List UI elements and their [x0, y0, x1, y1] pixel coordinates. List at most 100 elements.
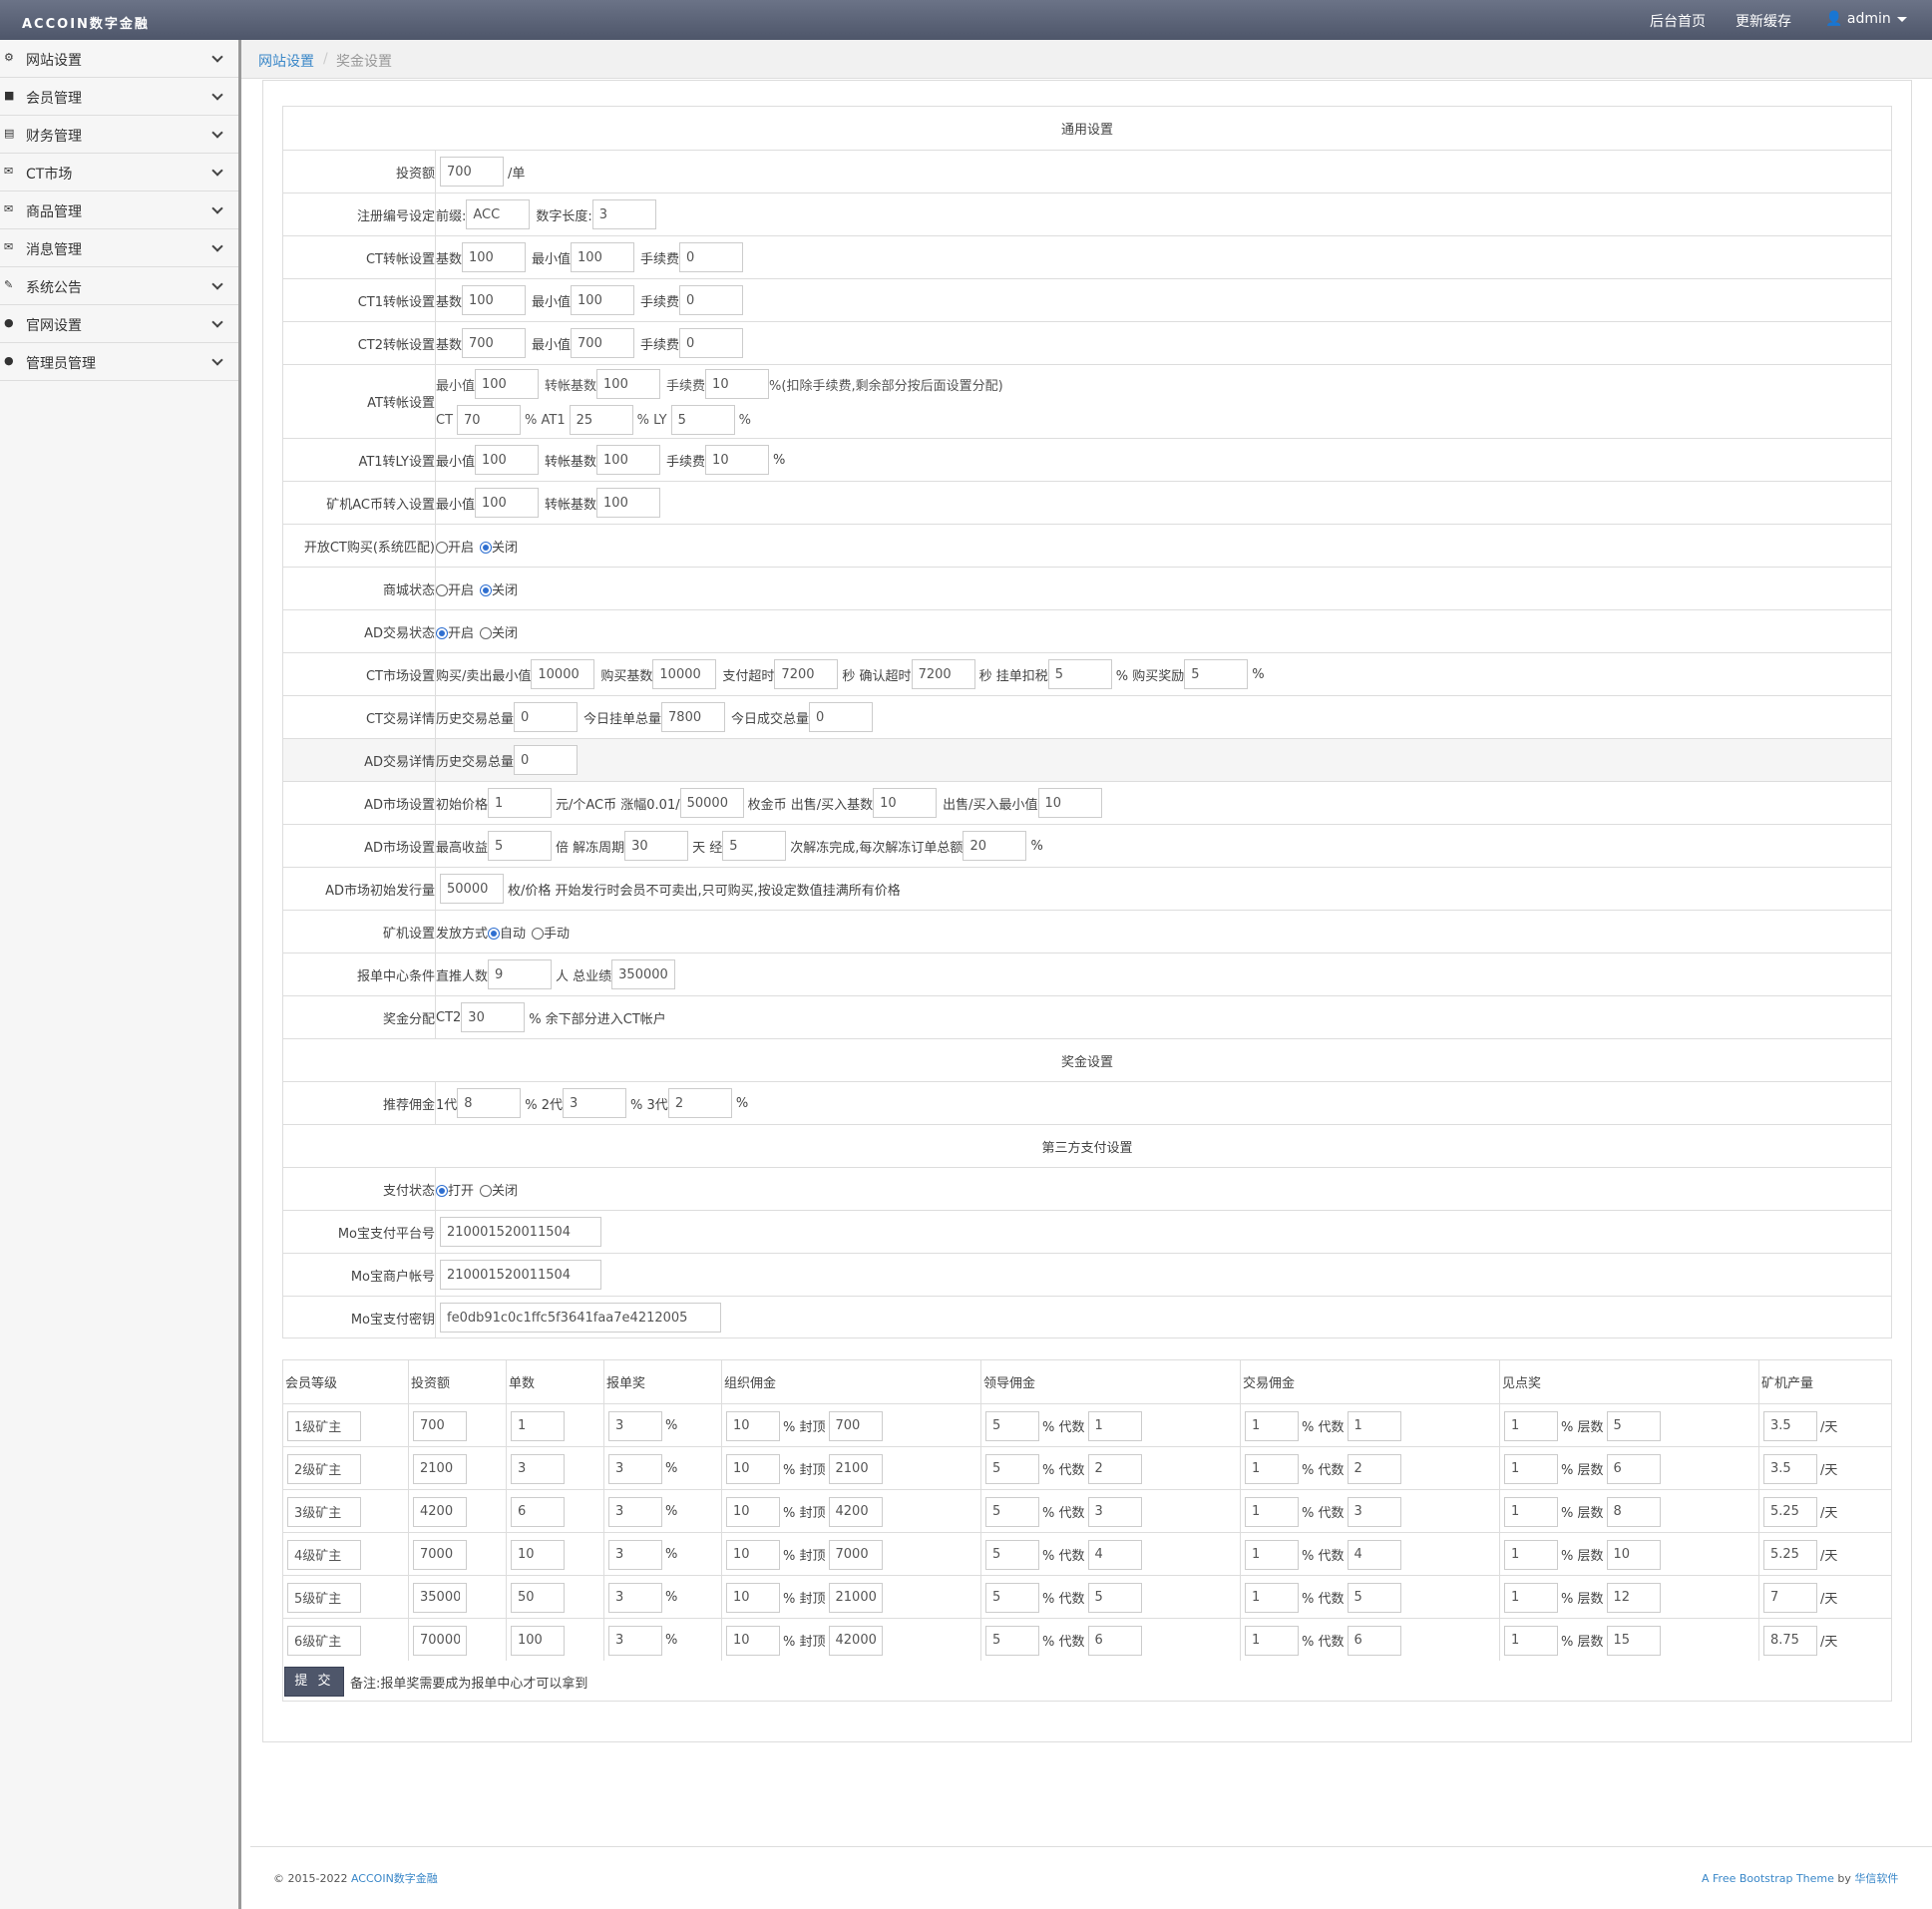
level-name-input[interactable]	[287, 1453, 361, 1484]
level-trade-commission-input[interactable]	[1245, 1496, 1299, 1527]
level-name-input[interactable]	[287, 1582, 361, 1613]
level-trade-commission-input[interactable]	[1245, 1453, 1299, 1484]
payment-on-radio[interactable]	[436, 1185, 448, 1197]
level-point-layer-input[interactable]	[1606, 1410, 1661, 1441]
confirm-timeout-input[interactable]	[911, 659, 975, 689]
level-point-layer-input[interactable]	[1606, 1539, 1661, 1570]
unfreeze-times-input[interactable]	[722, 831, 787, 861]
level-trade-commission-input[interactable]	[1245, 1539, 1299, 1570]
level-point-layer-input[interactable]	[1606, 1496, 1661, 1527]
ad-trade-off-radio[interactable]	[480, 627, 493, 639]
ct1-base-input[interactable]	[462, 285, 527, 315]
level-name-input[interactable]	[287, 1410, 361, 1441]
mo-key-input[interactable]	[440, 1303, 721, 1333]
backend-home-link[interactable]: 后台首页	[1650, 11, 1706, 31]
level-trade-gen-input[interactable]	[1347, 1410, 1401, 1441]
level-mining-input[interactable]	[1763, 1496, 1817, 1527]
ct-today-deals-input[interactable]	[809, 702, 874, 732]
level-cap-input[interactable]	[828, 1582, 883, 1613]
sidebar-item-official-site[interactable]: ● 官网设置	[0, 305, 238, 343]
level-count-input[interactable]	[511, 1410, 565, 1441]
level-org-commission-input[interactable]	[726, 1410, 780, 1441]
sidebar-item-admins[interactable]: ● 管理员管理	[0, 343, 238, 381]
level-point-bonus-input[interactable]	[1504, 1453, 1558, 1484]
level-lead-gen-input[interactable]	[1087, 1625, 1142, 1656]
level-cap-input[interactable]	[828, 1453, 883, 1484]
level-name-input[interactable]	[287, 1625, 361, 1656]
level-point-bonus-input[interactable]	[1504, 1496, 1558, 1527]
update-cache-link[interactable]: 更新缓存	[1736, 11, 1791, 31]
invest-input[interactable]	[440, 157, 504, 187]
sidebar-item-ct-market[interactable]: ✉ CT市场	[0, 154, 238, 191]
miner-manual-radio[interactable]	[532, 928, 545, 940]
rise-coins-input[interactable]	[679, 788, 744, 818]
sidebar-item-members[interactable]: ■ 会员管理	[0, 78, 238, 116]
unfreeze-percent-input[interactable]	[963, 831, 1027, 861]
ac-min-input[interactable]	[475, 488, 540, 518]
level-point-layer-input[interactable]	[1606, 1625, 1661, 1656]
level-report-bonus-input[interactable]	[608, 1582, 662, 1613]
sidebar-item-messages[interactable]: ✉ 消息管理	[0, 229, 238, 267]
level-org-commission-input[interactable]	[726, 1625, 780, 1656]
level-invest-input[interactable]	[413, 1496, 467, 1527]
level-lead-gen-input[interactable]	[1087, 1582, 1142, 1613]
sidebar-item-finance[interactable]: ▤ 财务管理	[0, 116, 238, 154]
mo-merchant-input[interactable]	[440, 1260, 601, 1290]
ct2-percent-input[interactable]	[461, 1002, 526, 1032]
level-mining-input[interactable]	[1763, 1453, 1817, 1484]
level-name-input[interactable]	[287, 1539, 361, 1570]
sidebar-item-announcements[interactable]: ✎ 系统公告	[0, 267, 238, 305]
author-link[interactable]: 华信软件	[1854, 1872, 1898, 1885]
level-name-input[interactable]	[287, 1496, 361, 1527]
level-report-bonus-input[interactable]	[608, 1496, 662, 1527]
level-trade-gen-input[interactable]	[1347, 1496, 1401, 1527]
level-point-bonus-input[interactable]	[1504, 1539, 1558, 1570]
level-lead-commission-input[interactable]	[985, 1453, 1039, 1484]
level-lead-gen-input[interactable]	[1087, 1539, 1142, 1570]
sidebar-item-site-settings[interactable]: ⚙ 网站设置	[0, 40, 238, 78]
level-count-input[interactable]	[511, 1625, 565, 1656]
level-lead-commission-input[interactable]	[985, 1582, 1039, 1613]
at-ly-input[interactable]	[670, 405, 735, 435]
pay-timeout-input[interactable]	[774, 659, 839, 689]
breadcrumb-site-settings[interactable]: 网站设置	[258, 51, 314, 71]
ct-history-total-input[interactable]	[514, 702, 579, 732]
ct-market-min-input[interactable]	[531, 659, 595, 689]
order-tax-input[interactable]	[1047, 659, 1112, 689]
gen2-input[interactable]	[563, 1088, 627, 1118]
mall-on-radio[interactable]	[436, 584, 448, 596]
mo-platform-input[interactable]	[440, 1217, 601, 1247]
ct-today-orders-input[interactable]	[661, 702, 726, 732]
payment-off-radio[interactable]	[480, 1185, 493, 1197]
level-report-bonus-input[interactable]	[608, 1539, 662, 1570]
level-invest-input[interactable]	[413, 1625, 467, 1656]
level-lead-gen-input[interactable]	[1087, 1496, 1142, 1527]
gen1-input[interactable]	[457, 1088, 522, 1118]
level-cap-input[interactable]	[828, 1496, 883, 1527]
level-lead-commission-input[interactable]	[985, 1496, 1039, 1527]
level-lead-gen-input[interactable]	[1087, 1453, 1142, 1484]
level-cap-input[interactable]	[828, 1625, 883, 1656]
buy-reward-input[interactable]	[1184, 659, 1249, 689]
level-report-bonus-input[interactable]	[608, 1453, 662, 1484]
level-invest-input[interactable]	[413, 1582, 467, 1613]
level-count-input[interactable]	[511, 1496, 565, 1527]
level-lead-gen-input[interactable]	[1087, 1410, 1142, 1441]
level-trade-commission-input[interactable]	[1245, 1625, 1299, 1656]
sell-buy-min-input[interactable]	[1037, 788, 1102, 818]
level-trade-gen-input[interactable]	[1347, 1539, 1401, 1570]
initial-price-input[interactable]	[488, 788, 553, 818]
level-trade-gen-input[interactable]	[1347, 1625, 1401, 1656]
level-invest-input[interactable]	[413, 1410, 467, 1441]
level-cap-input[interactable]	[828, 1410, 883, 1441]
open-ct-off-radio[interactable]	[480, 542, 493, 554]
at-fee-input[interactable]	[705, 369, 770, 399]
level-lead-commission-input[interactable]	[985, 1625, 1039, 1656]
ct1-fee-input[interactable]	[679, 285, 744, 315]
at-ct-input[interactable]	[457, 405, 522, 435]
ct-min-input[interactable]	[571, 242, 635, 272]
level-point-layer-input[interactable]	[1606, 1582, 1661, 1613]
level-point-bonus-input[interactable]	[1504, 1625, 1558, 1656]
open-ct-on-radio[interactable]	[436, 542, 448, 554]
at1ly-min-input[interactable]	[475, 445, 540, 475]
